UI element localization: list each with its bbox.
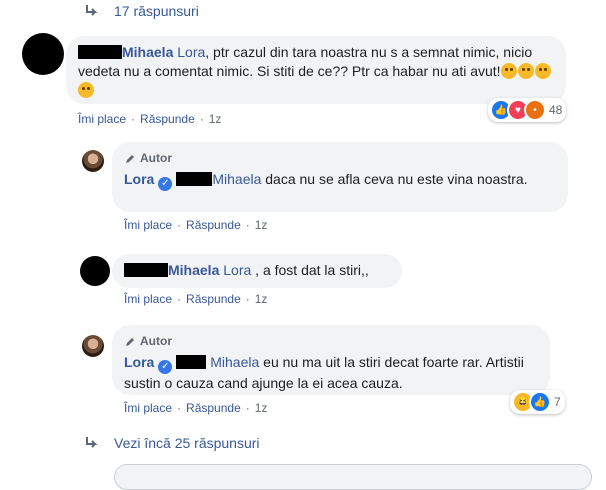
like-button[interactable]: Îmi place [124,401,172,415]
author-badge: Autor [124,149,556,168]
avatar[interactable] [82,335,104,357]
reply-bubble: Mihaela Lora , a fost dat la stiri,, [112,254,402,288]
reaction-summary[interactable]: 😆 👍 7 [510,390,565,414]
commenter-name[interactable]: Mihaela [168,262,219,278]
mention-link[interactable]: Lora [223,262,251,278]
angry-icon: • [524,99,546,121]
pencil-icon [126,154,134,163]
comment-text: , a fost dat la stiri,, [251,262,369,278]
comment-bubble: Mihaela Lora, ptr cazul din tara noastra… [66,36,566,104]
grin-emoji-icon [78,82,94,98]
timestamp[interactable]: 1z [255,218,268,232]
verified-badge-icon: ✓ [158,177,173,191]
grin-emoji-icon [500,63,517,79]
author-label: Autor [140,151,172,165]
like-button[interactable]: Îmi place [124,218,172,232]
reply-bubble: Autor Lora ✓ Mihaela daca nu se afla ceva … [112,142,568,212]
comment-actions: Îmi place · Răspunde · 1z [124,292,268,306]
view-replies-link[interactable]: 17 răspunsuri [84,3,199,19]
comment-actions: Îmi place · Răspunde · 1z [124,401,268,415]
mention-link[interactable]: Mihaela [212,171,261,187]
commenter-name[interactable]: Mihaela [122,44,173,60]
avatar[interactable] [22,33,64,75]
view-replies-label: 17 răspunsuri [114,3,199,19]
commenter-name[interactable]: Lora [124,354,154,370]
mention-link[interactable]: Lora [177,44,205,60]
reply-arrow-icon [86,5,98,16]
like-button[interactable]: Îmi place [78,112,126,126]
redacted-name [176,355,207,369]
commenter-name[interactable]: Lora [124,171,154,187]
like-button[interactable]: Îmi place [124,292,172,306]
pencil-icon [126,337,134,346]
reply-arrow-icon [86,437,98,448]
reply-bubble: Autor Lora ✓ Mihaela eu nu ma uit la stir… [112,325,550,395]
reaction-count: 7 [554,395,561,409]
author-label: Autor [140,334,172,348]
comment-actions: Îmi place · Răspunde · 1z [78,112,222,126]
like-icon: 👍 [529,391,551,413]
comment-text: daca nu se afla ceva nu este vina noastr… [261,171,528,187]
reply-button[interactable]: Răspunde [186,218,241,232]
redacted-name [176,172,213,186]
redacted-name [78,45,122,59]
comment-actions: Îmi place · Răspunde · 1z [124,218,268,232]
view-more-replies-label: Vezi încă 25 răspunsuri [114,435,260,451]
timestamp[interactable]: 1z [255,401,268,415]
mention-link[interactable]: Mihaela [210,354,259,370]
reaction-count: 48 [549,103,563,117]
verified-badge-icon: ✓ [158,360,173,374]
avatar[interactable] [82,150,104,172]
view-more-replies-link[interactable]: Vezi încă 25 răspunsuri [84,435,260,451]
comment-composer[interactable] [114,464,592,490]
avatar[interactable] [80,256,110,286]
redacted-name [124,263,168,277]
grin-emoji-icon [517,63,534,79]
grin-emoji-icon [534,63,551,79]
reply-button[interactable]: Răspunde [186,401,241,415]
reply-button[interactable]: Răspunde [140,112,195,126]
timestamp[interactable]: 1z [255,292,268,306]
timestamp[interactable]: 1z [209,112,222,126]
reply-button[interactable]: Răspunde [186,292,241,306]
reaction-summary[interactable]: 👍 ♥ • 48 [488,98,567,122]
author-badge: Autor [124,332,538,351]
